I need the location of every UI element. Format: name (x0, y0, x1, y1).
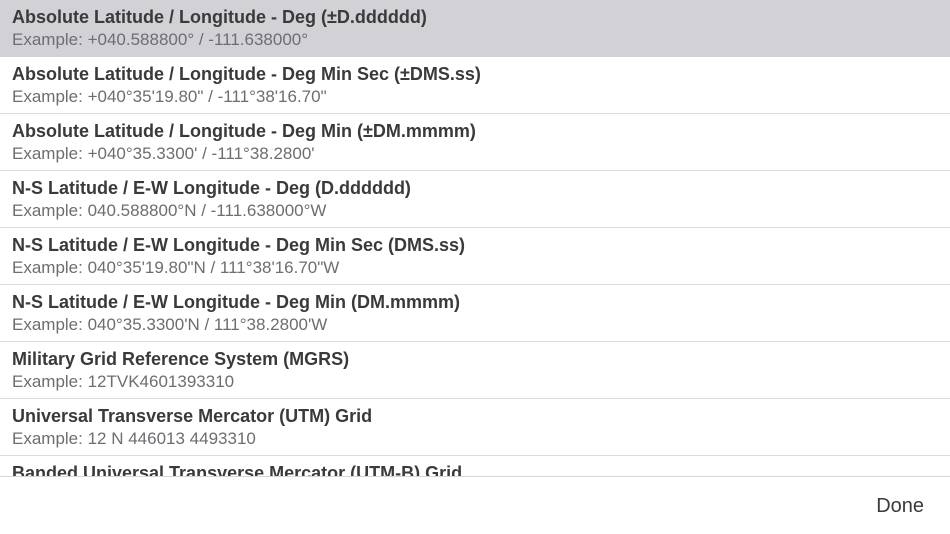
coordinate-format-picker: Absolute Latitude / Longitude - Deg (±D.… (0, 0, 950, 534)
format-option-example: Example: 12TVK4601393310 (12, 372, 235, 391)
format-option-row[interactable]: Military Grid Reference System (MGRS) Exa… (0, 342, 950, 399)
format-option-title: N-S Latitude / E-W Longitude - Deg Min (… (12, 292, 460, 312)
format-option-title: N-S Latitude / E-W Longitude - Deg (D.dd… (12, 178, 411, 198)
format-option-title: Absolute Latitude / Longitude - Deg Min … (12, 64, 481, 84)
format-option-title: Universal Transverse Mercator (UTM) Grid (12, 406, 373, 426)
format-option-title: Banded Universal Transverse Mercator (UT… (12, 463, 463, 476)
format-option-row[interactable]: Absolute Latitude / Longitude - Deg (±D.… (0, 0, 950, 57)
footer-toolbar: Done (0, 476, 950, 534)
format-option-title: Absolute Latitude / Longitude - Deg Min … (12, 121, 476, 141)
format-option-title: Military Grid Reference System (MGRS) (12, 349, 350, 369)
format-option-example: Example: 040°35.3300'N / 111°38.2800'W (12, 315, 328, 334)
format-option-example: Example: 040°35'19.80"N / 111°38'16.70"W (12, 258, 340, 277)
format-option-example: Example: 12 N 446013 4493310 (12, 429, 256, 448)
format-option-title: N-S Latitude / E-W Longitude - Deg Min S… (12, 235, 465, 255)
format-option-row[interactable]: Banded Universal Transverse Mercator (UT… (0, 456, 950, 476)
format-option-row[interactable]: Absolute Latitude / Longitude - Deg Min … (0, 114, 950, 171)
format-list[interactable]: Absolute Latitude / Longitude - Deg (±D.… (0, 0, 950, 476)
format-option-row[interactable]: N-S Latitude / E-W Longitude - Deg (D.dd… (0, 171, 950, 228)
format-option-title: Absolute Latitude / Longitude - Deg (±D.… (12, 7, 427, 27)
format-option-row[interactable]: Universal Transverse Mercator (UTM) Grid… (0, 399, 950, 456)
format-option-example: Example: +040°35.3300' / -111°38.2800' (12, 144, 315, 163)
format-option-row[interactable]: N-S Latitude / E-W Longitude - Deg Min S… (0, 228, 950, 285)
format-option-example: Example: 040.588800°N / -111.638000°W (12, 201, 327, 220)
format-option-example: Example: +040.588800° / -111.638000° (12, 30, 309, 49)
format-option-row[interactable]: Absolute Latitude / Longitude - Deg Min … (0, 57, 950, 114)
format-option-row[interactable]: N-S Latitude / E-W Longitude - Deg Min (… (0, 285, 950, 342)
format-option-example: Example: +040°35'19.80" / -111°38'16.70" (12, 87, 327, 106)
done-button[interactable]: Done (876, 493, 924, 519)
